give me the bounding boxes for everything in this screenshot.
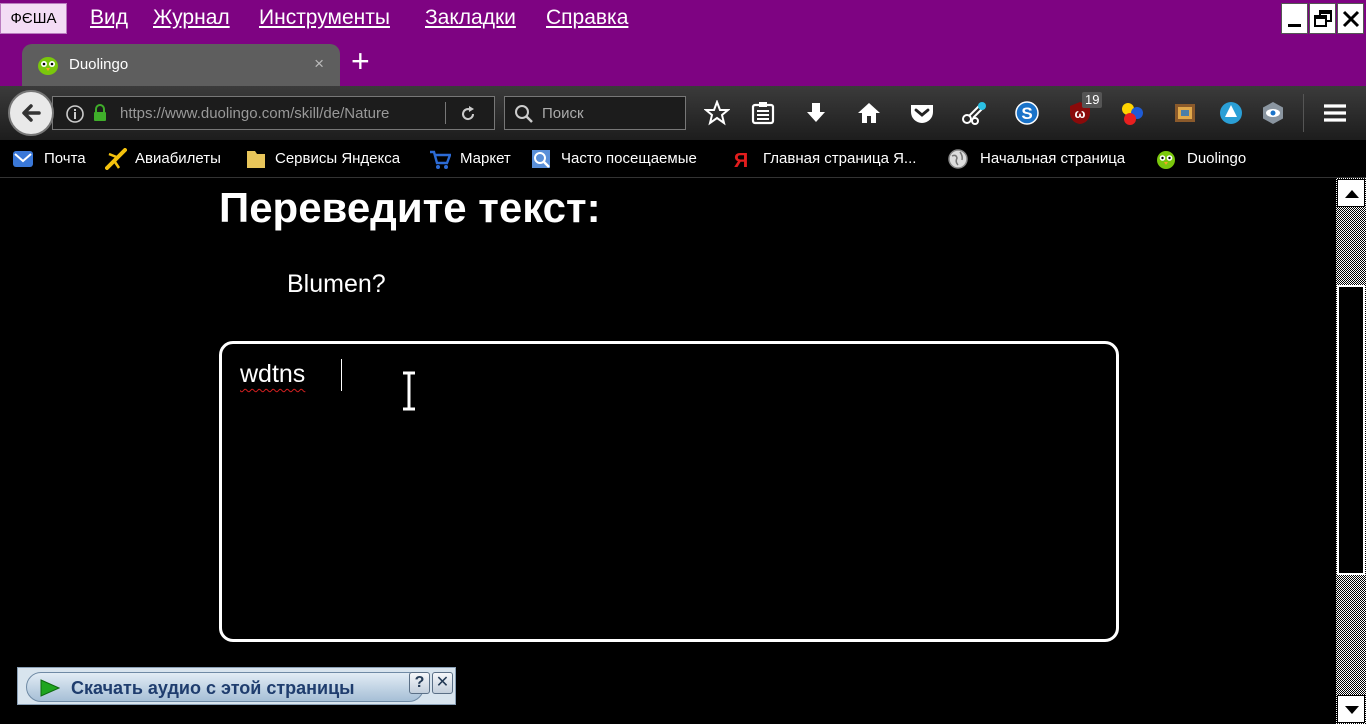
bookmark-frequent[interactable]: Часто посещаемые [561, 150, 697, 167]
colored-dots-icon[interactable] [1120, 100, 1146, 126]
duolingo-owl-icon [1157, 151, 1175, 169]
home-icon[interactable] [856, 100, 882, 126]
eye-extension-icon[interactable] [1260, 100, 1286, 126]
globe-icon [948, 149, 968, 169]
vertical-scrollbar[interactable] [1336, 178, 1366, 724]
tab-title: Duolingo [69, 56, 129, 73]
download-icon[interactable] [803, 100, 829, 126]
arrow-up-icon [1345, 190, 1359, 198]
ublock-badge: 19 [1082, 92, 1103, 108]
minimize-icon [1288, 24, 1301, 27]
menu-help[interactable]: Справка [546, 6, 628, 30]
bookmark-duolingo[interactable]: Duolingo [1187, 150, 1246, 167]
download-audio-label: Скачать аудио с этой страницы [71, 678, 355, 698]
bookmark-yandex-home[interactable]: Главная страница Я... [763, 150, 916, 167]
help-button[interactable]: ? [409, 672, 430, 694]
ibeam-cursor-icon [403, 371, 415, 411]
scroll-down-button[interactable] [1337, 695, 1365, 723]
cart-icon [430, 150, 451, 169]
menu-history[interactable]: Журнал [153, 6, 230, 30]
lock-icon [94, 104, 106, 121]
back-arrow-icon [22, 104, 41, 122]
close-window-button[interactable] [1337, 3, 1364, 34]
search-placeholder: Поиск [542, 105, 584, 122]
new-tab-button[interactable]: + [351, 45, 370, 77]
star-bookmark-icon[interactable] [704, 100, 730, 126]
bookmark-yandex-services[interactable]: Сервисы Яндекса [275, 150, 400, 167]
tab-close-button[interactable]: × [314, 54, 324, 74]
drop-icon[interactable] [1218, 100, 1244, 126]
menu-view[interactable]: Вид [90, 6, 128, 30]
yandex-icon: Я [734, 150, 748, 170]
svg-text:Я: Я [734, 150, 748, 170]
url-separator [445, 102, 446, 124]
bookmark-start-page[interactable]: Начальная страница [980, 150, 1125, 167]
close-audio-bar-button[interactable]: ✕ [432, 672, 453, 694]
bookmarks-bar: Почта Авиабилеты Сервисы Яндекса Маркет … [0, 140, 1366, 178]
page-content: Переведите текст: Blumen? wdtns [0, 178, 1336, 724]
translation-input[interactable]: wdtns [219, 341, 1119, 642]
audio-download-bar: Скачать аудио с этой страницы ? ✕ [17, 667, 456, 705]
s-extension-icon[interactable]: S [1014, 100, 1040, 126]
bookmark-market[interactable]: Маркет [460, 150, 511, 167]
download-audio-button[interactable]: Скачать аудио с этой страницы [26, 672, 424, 702]
url-text: https://www.duolingo.com/skill/de/Nature [120, 105, 390, 122]
scrollbar-thumb[interactable] [1337, 285, 1365, 575]
menu-file[interactable]: ФЄША [0, 3, 67, 34]
svg-text:ω: ω [1075, 106, 1086, 121]
bookmark-mail[interactable]: Почта [44, 150, 86, 167]
frequent-icon [532, 150, 550, 168]
mail-icon [13, 151, 33, 167]
film-icon[interactable] [1172, 100, 1198, 126]
duolingo-owl-icon [38, 57, 58, 75]
info-icon[interactable] [65, 104, 85, 124]
source-sentence: Blumen? [287, 270, 386, 298]
translation-input-value: wdtns [240, 360, 306, 388]
folder-icon [247, 151, 265, 168]
text-caret [341, 359, 342, 391]
menu-bookmarks[interactable]: Закладки [425, 6, 516, 30]
screenshot-tool-icon[interactable] [961, 100, 987, 126]
url-bar[interactable]: https://www.duolingo.com/skill/de/Nature [52, 96, 495, 130]
svg-text:S: S [1021, 104, 1032, 123]
hamburger-menu-icon[interactable] [1322, 100, 1348, 126]
restore-button[interactable] [1309, 3, 1336, 34]
bookmarks-list-icon[interactable] [750, 100, 776, 126]
plane-icon [105, 148, 127, 170]
back-button[interactable] [8, 90, 54, 136]
pocket-icon[interactable] [909, 100, 935, 126]
arrow-down-icon [1345, 706, 1359, 714]
reload-icon[interactable] [458, 104, 478, 124]
tab-strip: Duolingo × + [0, 36, 1366, 86]
search-bar[interactable]: Поиск [504, 96, 686, 130]
minimize-button[interactable] [1281, 3, 1308, 34]
restore-icon [1314, 10, 1332, 27]
menu-bar: ФЄША Вид Журнал Инструменты Закладки Спр… [0, 0, 1366, 36]
close-icon [1342, 10, 1360, 28]
scroll-up-button[interactable] [1337, 179, 1365, 207]
menu-tools[interactable]: Инструменты [259, 6, 390, 30]
nav-bar: https://www.duolingo.com/skill/de/Nature… [0, 86, 1366, 140]
bookmark-avia[interactable]: Авиабилеты [135, 150, 221, 167]
toolbar-separator [1303, 94, 1304, 132]
play-icon [40, 679, 60, 697]
search-icon [515, 105, 533, 123]
page-title: Переведите текст: [219, 184, 601, 231]
tab-duolingo[interactable]: Duolingo × [22, 44, 340, 86]
